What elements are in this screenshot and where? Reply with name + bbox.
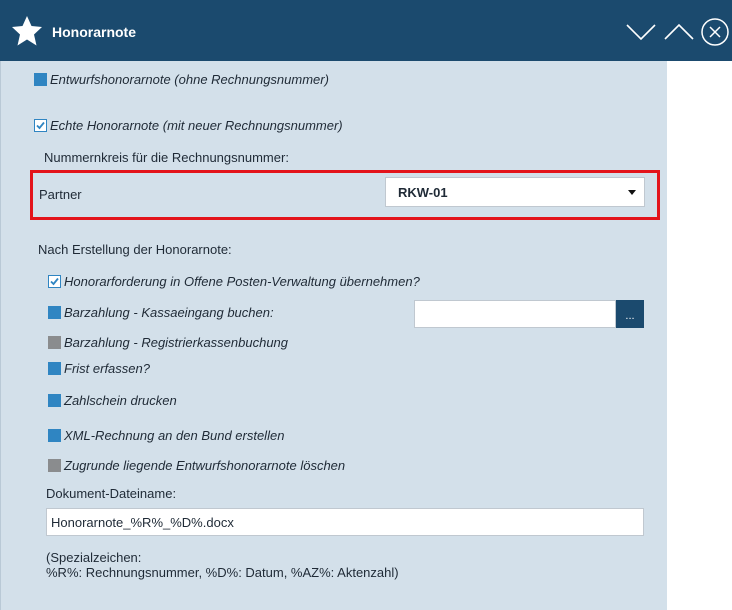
real-checkbox[interactable] (34, 119, 47, 132)
option-real-label: Echte Honorarnote (mit neuer Rechnungsnu… (50, 118, 343, 133)
option-register-booking-label: Barzahlung - Registrierkassenbuchung (64, 335, 289, 350)
register-booking-checkbox (48, 336, 61, 349)
partner-select-value: RKW-01 (398, 184, 448, 200)
hint-line-1: (Spezialzeichen: (46, 550, 142, 565)
option-open-items-label: Honorarforderung in Offene Posten-Verwal… (64, 274, 420, 289)
cash-booking-checkbox[interactable] (48, 306, 61, 319)
option-deadline[interactable]: Frist erfassen? (48, 361, 150, 376)
partner-label: Partner (39, 187, 82, 202)
option-cash-booking[interactable]: Barzahlung - Kassaeingang buchen: (48, 305, 274, 320)
chevron-down-icon[interactable] (622, 14, 660, 50)
delete-draft-checkbox (48, 459, 61, 472)
numbering-label: Nummernkreis für die Rechnungsnummer: (44, 150, 289, 165)
partner-select[interactable]: RKW-01 (385, 177, 645, 207)
title-bar: Honorarnote (0, 0, 732, 61)
option-draft[interactable]: Entwurfshonorarnote (ohne Rechnungsnumme… (34, 72, 329, 87)
option-xml-invoice-label: XML-Rechnung an den Bund erstellen (64, 428, 285, 443)
option-delete-draft-label: Zugrunde liegende Entwurfshonorarnote lö… (64, 458, 346, 473)
browse-button[interactable]: ... (616, 300, 644, 328)
option-cash-booking-label: Barzahlung - Kassaeingang buchen: (64, 305, 274, 320)
after-creation-label: Nach Erstellung der Honorarnote: (38, 242, 232, 257)
dropdown-arrow-icon[interactable] (628, 190, 636, 195)
option-register-booking: Barzahlung - Registrierkassenbuchung (48, 335, 288, 350)
document-filename-label: Dokument-Dateiname: (46, 486, 177, 501)
partner-highlight-box: Partner RKW-01 (30, 170, 660, 220)
option-payment-slip-label: Zahlschein drucken (64, 393, 177, 408)
option-xml-invoice[interactable]: XML-Rechnung an den Bund erstellen (48, 428, 284, 443)
chevron-up-icon[interactable] (660, 14, 698, 50)
open-items-checkbox[interactable] (48, 275, 61, 288)
special-chars-hint: (Spezialzeichen: %R%: Rechnungsnummer, %… (46, 550, 399, 580)
option-real[interactable]: Echte Honorarnote (mit neuer Rechnungsnu… (34, 118, 343, 133)
option-deadline-label: Frist erfassen? (64, 361, 150, 376)
deadline-checkbox[interactable] (48, 362, 61, 375)
option-open-items[interactable]: Honorarforderung in Offene Posten-Verwal… (48, 274, 420, 289)
hint-line-2: %R%: Rechnungsnummer, %D%: Datum, %AZ%: … (46, 565, 399, 580)
payment-slip-checkbox[interactable] (48, 394, 61, 407)
document-filename-input[interactable] (46, 508, 644, 536)
option-draft-label: Entwurfshonorarnote (ohne Rechnungsnumme… (50, 72, 329, 87)
xml-invoice-checkbox[interactable] (48, 429, 61, 442)
draft-checkbox[interactable] (34, 73, 47, 86)
option-delete-draft: Zugrunde liegende Entwurfshonorarnote lö… (48, 458, 345, 473)
cash-account-input[interactable] (414, 300, 616, 328)
star-icon (11, 15, 43, 47)
window-title: Honorarnote (52, 24, 136, 40)
option-payment-slip[interactable]: Zahlschein drucken (48, 393, 177, 408)
close-icon[interactable] (698, 14, 732, 50)
